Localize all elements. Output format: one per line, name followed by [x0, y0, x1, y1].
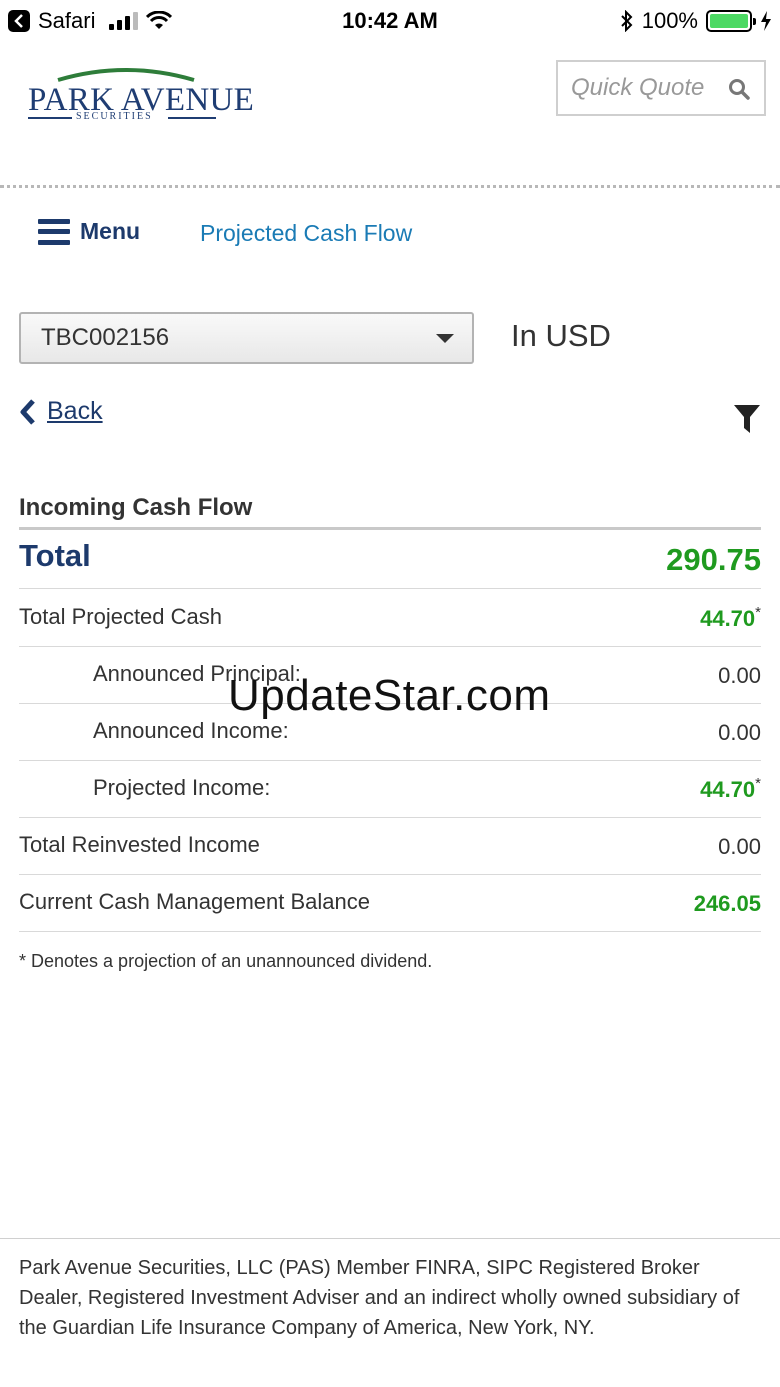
row-value: 44.70*: [700, 775, 761, 802]
chevron-down-icon: [436, 334, 454, 343]
hamburger-icon: [38, 218, 70, 245]
row-value: 0.00: [718, 720, 761, 745]
quick-quote-input[interactable]: [571, 74, 721, 102]
header-divider: [0, 185, 780, 188]
menu-button[interactable]: Menu: [38, 218, 140, 245]
page-title: Projected Cash Flow: [200, 220, 413, 246]
filter-icon[interactable]: [733, 404, 761, 434]
row-value: 0.00: [718, 834, 761, 859]
projection-marker: *: [755, 775, 761, 792]
charging-icon: [761, 11, 771, 31]
row-label: Projected Income:: [93, 775, 271, 800]
footer-divider: [0, 1238, 780, 1239]
battery-percent: 100%: [641, 8, 698, 33]
cash-flow-row: Total Reinvested Income 0.00: [19, 818, 761, 875]
footnote: * Denotes a projection of an unannounced…: [19, 951, 433, 971]
footer-disclaimer: Park Avenue Securities, LLC (PAS) Member…: [19, 1257, 740, 1339]
section-title: Incoming Cash Flow: [19, 494, 253, 521]
total-value: 290.75: [666, 542, 761, 577]
row-label: Total Reinvested Income: [19, 832, 260, 857]
back-label: Back: [47, 397, 103, 425]
row-value: 246.05: [693, 891, 761, 916]
logo-subtext: SECURITIES: [76, 111, 153, 122]
total-row: Total 290.75: [19, 531, 761, 589]
row-label: Current Cash Management Balance: [19, 889, 370, 914]
projection-marker: *: [755, 604, 761, 621]
row-value: 0.00: [718, 663, 761, 688]
cash-flow-row: Current Cash Management Balance 246.05: [19, 875, 761, 932]
status-bar: Safari 10:42 AM 100%: [0, 0, 780, 40]
row-label: Total Projected Cash: [19, 604, 222, 629]
back-link[interactable]: Back: [19, 397, 103, 426]
battery-icon: [706, 10, 756, 32]
search-icon[interactable]: [728, 78, 750, 100]
chevron-left-icon: [20, 398, 35, 425]
account-selected-value: TBC002156: [41, 324, 170, 351]
park-avenue-logo[interactable]: PARK AVENUE SECURITIES: [26, 66, 254, 126]
bluetooth-icon: [621, 10, 633, 32]
cash-flow-row: Total Projected Cash 44.70*: [19, 590, 761, 647]
total-label: Total: [19, 538, 91, 573]
status-bar-right: 100%: [620, 8, 772, 34]
quick-quote-box[interactable]: [556, 60, 766, 116]
account-select[interactable]: TBC002156: [19, 312, 474, 364]
section-divider: [19, 527, 761, 530]
row-label: Announced Income:: [93, 718, 289, 743]
currency-label: In USD: [511, 318, 611, 353]
menu-label: Menu: [80, 218, 141, 244]
row-value: 44.70*: [700, 604, 761, 631]
cash-flow-row: Projected Income: 44.70*: [19, 761, 761, 818]
watermark: UpdateStar.com: [228, 671, 551, 720]
